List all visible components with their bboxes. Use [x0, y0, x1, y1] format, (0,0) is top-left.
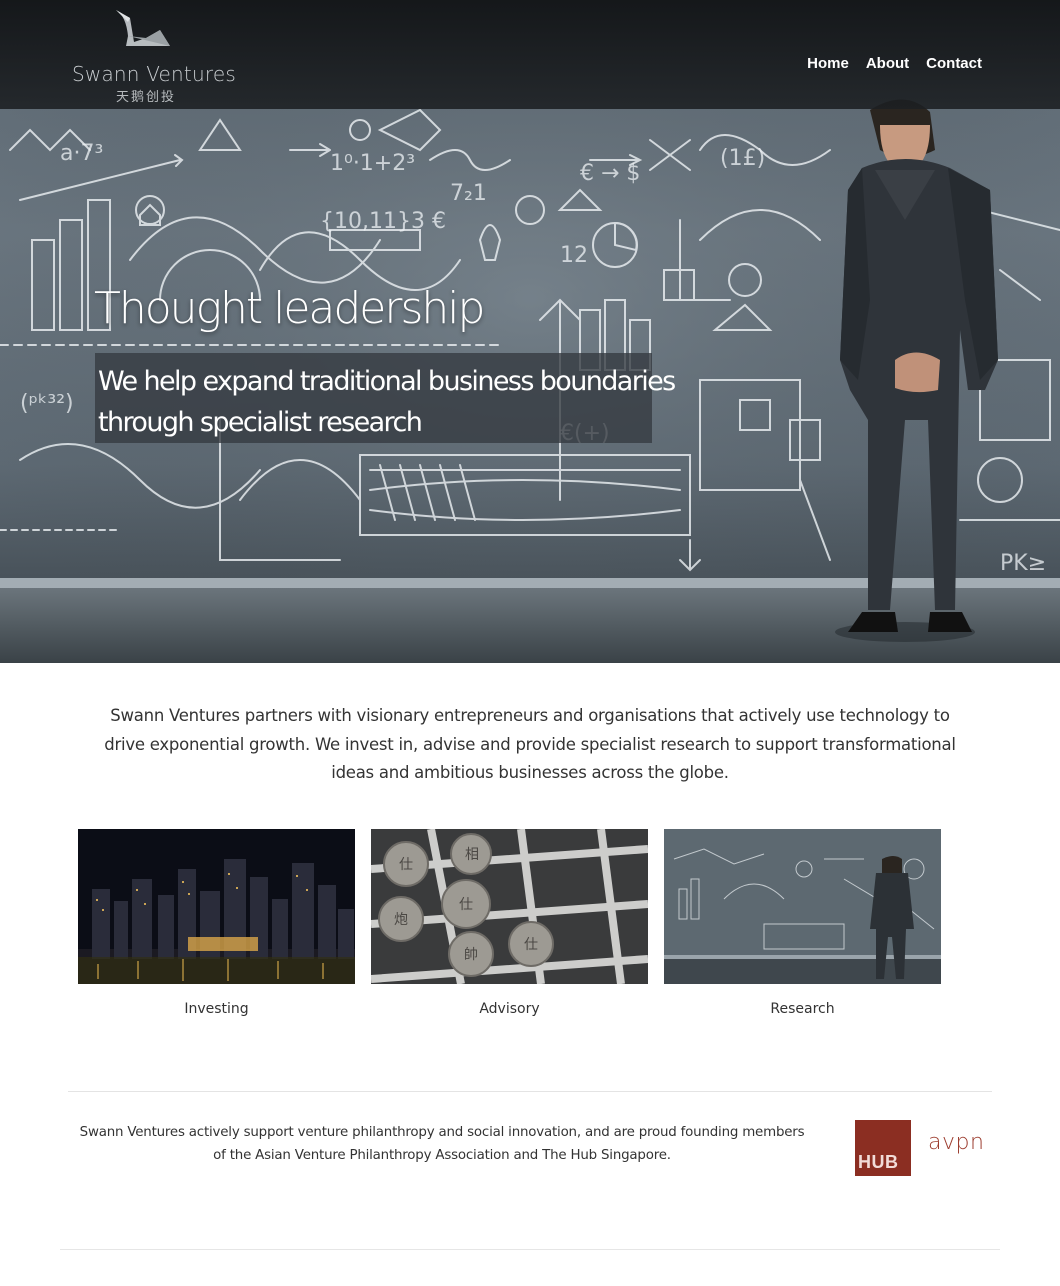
philanthropy-text: Swann Ventures actively support venture … [79, 1125, 805, 1163]
footer-divider [60, 1249, 1000, 1250]
advisory-image[interactable]: 仕 相 炮 仕 仕 帥 [371, 829, 648, 984]
hero-subtitle-line-2: through specialist research [98, 407, 423, 438]
service-research[interactable]: Research [664, 829, 941, 1017]
hero-title: Thought leadership [94, 283, 485, 334]
investing-image[interactable] [78, 829, 355, 984]
hero-banner: a·7³ 1⁰·1+2³ {10,11}3 € € → $ (1£) (ᵖᵏ³²… [0, 0, 1060, 663]
service-label-research[interactable]: Research [664, 1001, 941, 1017]
avpn-logo[interactable]: avpn [928, 1130, 984, 1155]
svg-text:a·7³: a·7³ [60, 141, 103, 166]
swan-logo-icon [116, 10, 170, 46]
section-divider [68, 1091, 992, 1092]
hub-singapore-logo[interactable]: HUB [855, 1120, 911, 1176]
svg-text:€ → $: € → $ [580, 161, 640, 186]
service-investing[interactable]: Investing [78, 829, 355, 1017]
svg-text:相: 相 [465, 847, 479, 863]
svg-text:仕: 仕 [459, 897, 473, 913]
hero-subtitle-line-1: We help expand traditional business boun… [98, 366, 676, 397]
main-nav: Home About Contact [807, 55, 982, 72]
svg-text:仕: 仕 [399, 857, 413, 873]
service-advisory[interactable]: 仕 相 炮 仕 仕 帥 Advisory [371, 829, 648, 1017]
nav-about-link[interactable]: About [866, 55, 909, 72]
brand-name: Swann Ventures [72, 62, 236, 86]
svg-text:仕: 仕 [524, 937, 538, 953]
svg-text:(ᵖᵏ³²): (ᵖᵏ³²) [20, 391, 74, 416]
service-label-investing[interactable]: Investing [78, 1001, 355, 1017]
svg-text:1⁰·1+2³: 1⁰·1+2³ [330, 151, 415, 176]
svg-text:帥: 帥 [464, 947, 478, 963]
intro-text: Swann Ventures partners with visionary e… [104, 706, 956, 782]
nav-contact-link[interactable]: Contact [926, 55, 982, 72]
svg-text:(1£): (1£) [720, 146, 765, 171]
svg-text:炮: 炮 [394, 912, 408, 928]
hero-subtitle-box: We help expand traditional business boun… [95, 353, 676, 443]
research-image[interactable] [664, 829, 941, 984]
svg-text:12: 12 [560, 243, 588, 268]
nav-home-link[interactable]: Home [807, 55, 849, 72]
hub-logo-label: HUB [858, 1152, 899, 1172]
svg-text:PK≥: PK≥ [1000, 551, 1046, 576]
navbar: Swann Ventures 天鹅创投 Home About Contact [0, 0, 1060, 109]
svg-text:7₂1: 7₂1 [450, 181, 487, 206]
brand-logo[interactable]: Swann Ventures 天鹅创投 [70, 8, 236, 105]
svg-text:{10,11}3 €: {10,11}3 € [320, 209, 446, 234]
service-label-advisory[interactable]: Advisory [371, 1001, 648, 1017]
brand-chinese-name: 天鹅创投 [116, 90, 177, 105]
